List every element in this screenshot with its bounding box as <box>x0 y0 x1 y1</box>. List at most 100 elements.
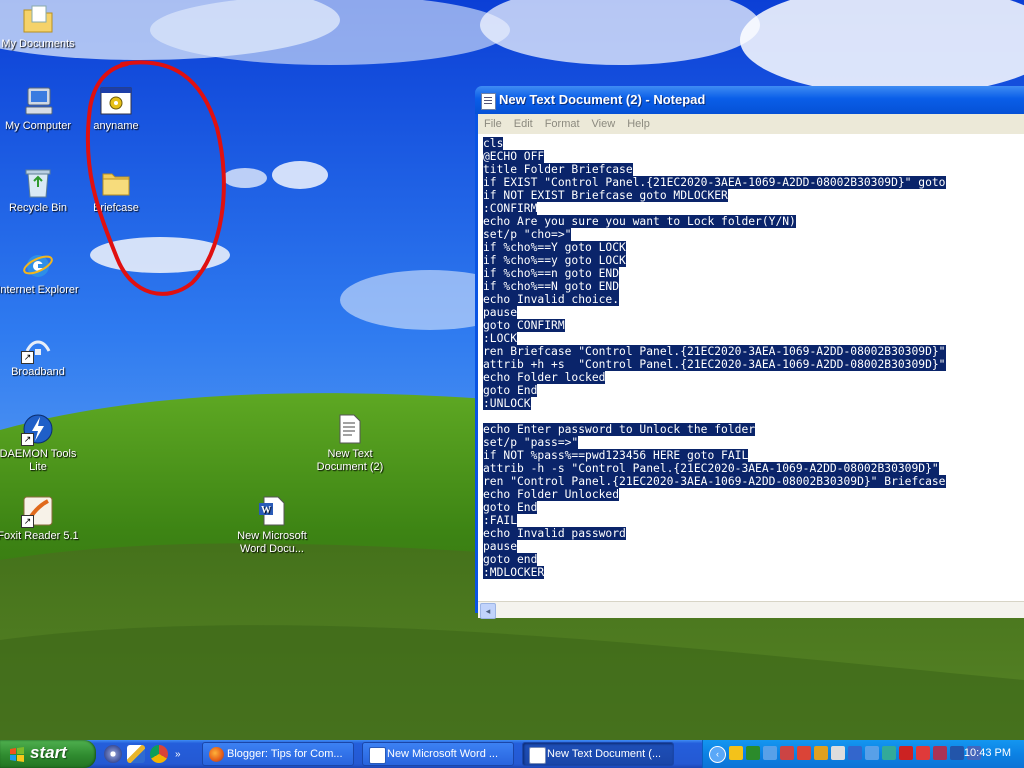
desktop-icon-broadband[interactable]: ↗ Broadband <box>0 330 79 379</box>
menu-help[interactable]: Help <box>621 118 656 130</box>
folder-documents-icon <box>21 2 55 36</box>
menu-format[interactable]: Format <box>539 118 586 130</box>
task-label: Blogger: Tips for Com... <box>227 748 343 760</box>
selected-text: title Folder Briefcase <box>483 163 633 176</box>
selected-text: cls <box>483 137 504 150</box>
start-label: start <box>30 743 67 762</box>
internet-explorer-icon <box>21 248 55 282</box>
text-line: attrib +h +s "Control Panel.{21EC2020-3A… <box>483 358 1024 371</box>
notepad-icon <box>529 747 546 764</box>
security-icon[interactable] <box>729 746 743 760</box>
lan-icon[interactable] <box>950 746 964 760</box>
chrome-icon[interactable] <box>797 746 811 760</box>
shortcut-arrow-icon: ↗ <box>21 433 34 446</box>
firefox-icon <box>209 747 224 762</box>
menu-view[interactable]: View <box>586 118 622 130</box>
chrome-icon[interactable] <box>150 745 168 763</box>
daemon-icon[interactable] <box>848 746 862 760</box>
selected-text: echo Invalid choice. <box>483 293 620 306</box>
scroll-left-icon[interactable]: ◂ <box>480 603 496 619</box>
selected-text: :MDLOCKER <box>483 566 545 579</box>
taskbar-button-word[interactable]: New Microsoft Word ... <box>362 742 514 766</box>
icon-label: Broadband <box>11 366 65 378</box>
title-bar[interactable]: New Text Document (2) - Notepad <box>475 86 1024 114</box>
text-line: ren Briefcase "Control Panel.{21EC2020-3… <box>483 345 1024 358</box>
selected-text: echo Folder locked <box>483 371 606 384</box>
text-line: :LOCK <box>483 332 1024 345</box>
show-hidden-icons-button[interactable]: ‹ <box>709 746 726 763</box>
text-line: :MDLOCKER <box>483 566 1024 579</box>
tool-icon[interactable] <box>780 746 794 760</box>
desktop[interactable]: My Documents My Computer anyname Recycle… <box>0 0 1024 740</box>
shield-icon[interactable] <box>916 746 930 760</box>
shortcut-arrow-icon: ↗ <box>21 351 34 364</box>
text-line: :UNLOCK <box>483 397 1024 410</box>
paint-icon[interactable] <box>127 745 145 763</box>
desktop-icon-recycle-bin[interactable]: Recycle Bin <box>0 166 79 215</box>
selected-text: :LOCK <box>483 332 518 345</box>
quick-launch-more-button[interactable]: » <box>175 749 181 760</box>
horizontal-scrollbar[interactable]: ◂ <box>478 601 1024 619</box>
selected-text: if %cho%==y goto LOCK <box>483 254 626 267</box>
text-line: goto End <box>483 501 1024 514</box>
text-line: if %cho%==y goto LOCK <box>483 254 1024 267</box>
text-line: echo Invalid choice. <box>483 293 1024 306</box>
text-line: echo Invalid password <box>483 527 1024 540</box>
selected-text: @ECHO OFF <box>483 150 545 163</box>
task-label: New Text Document (... <box>547 748 662 760</box>
text-line: if NOT %pass%==pwd123456 HERE goto FAIL <box>483 449 1024 462</box>
text-line: title Folder Briefcase <box>483 163 1024 176</box>
desktop-icon-my-documents[interactable]: My Documents <box>0 2 79 51</box>
editor-content[interactable]: cls @ECHO OFF title Folder Briefcase if EXI… <box>478 134 1024 579</box>
icon-label: New Text Document (2) <box>316 448 384 473</box>
network-icon[interactable] <box>865 746 879 760</box>
notepad-window[interactable]: New Text Document (2) - Notepad File Edi… <box>475 86 1024 619</box>
text-line: echo Enter password to Unlock the folder <box>483 423 1024 436</box>
icon-label: My Documents <box>1 38 75 50</box>
desktop-icon-new-text-document[interactable]: New Text Document (2) <box>309 412 391 474</box>
alert-icon[interactable] <box>814 746 828 760</box>
selected-text: echo Invalid password <box>483 527 626 540</box>
desktop-icon-foxit-reader[interactable]: ↗ Foxit Reader 5.1 <box>0 494 79 543</box>
start-button[interactable]: start <box>0 740 96 768</box>
desktop-icon-new-word-document[interactable]: W New Microsoft Word Docu... <box>231 494 313 556</box>
selected-text: pause <box>483 540 518 553</box>
taskbar-button-blogger[interactable]: Blogger: Tips for Com... <box>202 742 354 766</box>
system-tray: ‹ 10:43 PM <box>702 740 1024 768</box>
shortcut-arrow-icon: ↗ <box>21 515 34 528</box>
clock[interactable]: 10:43 PM <box>964 747 1011 759</box>
selected-text: goto CONFIRM <box>483 319 565 332</box>
taskbar-button-notepad[interactable]: New Text Document (... <box>522 742 674 766</box>
selected-text: ren Briefcase "Control Panel.{21EC2020-3… <box>483 345 946 358</box>
text-line: set/p "pass=>" <box>483 436 1024 449</box>
text-line: if %cho%==N goto END <box>483 280 1024 293</box>
speaker-icon[interactable] <box>831 746 845 760</box>
text-line: @ECHO OFF <box>483 150 1024 163</box>
text-line: attrib -h -s "Control Panel.{21EC2020-3A… <box>483 462 1024 475</box>
connection-icon: ↗ <box>21 330 55 364</box>
mail-icon[interactable] <box>933 746 947 760</box>
text-editor[interactable]: cls @ECHO OFF title Folder Briefcase if EXI… <box>478 134 1024 614</box>
desktop-icon-my-computer[interactable]: My Computer <box>0 84 79 133</box>
desktop-icon-internet-explorer[interactable]: Internet Explorer <box>0 248 79 297</box>
selected-text: echo Folder Unlocked <box>483 488 620 501</box>
menu-edit[interactable]: Edit <box>508 118 539 130</box>
connection-icon[interactable] <box>882 746 896 760</box>
desktop-icon-daemon-tools[interactable]: ↗ DAEMON Tools Lite <box>0 412 79 474</box>
power-dvd-icon[interactable] <box>104 745 122 763</box>
selected-text: goto end <box>483 553 538 566</box>
menu-file[interactable]: File <box>478 118 508 130</box>
selected-text: goto End <box>483 501 538 514</box>
windows-logo-icon <box>10 747 24 762</box>
selected-text: goto End <box>483 384 538 397</box>
annotation-circle <box>85 60 226 296</box>
selected-text: if %cho%==n goto END <box>483 267 620 280</box>
shield-icon[interactable] <box>746 746 760 760</box>
text-line: echo Folder locked <box>483 371 1024 384</box>
antivirus-icon[interactable] <box>899 746 913 760</box>
text-line: goto CONFIRM <box>483 319 1024 332</box>
selected-text: attrib +h +s "Control Panel.{21EC2020-3A… <box>483 358 946 371</box>
selected-text: set/p "cho=>" <box>483 228 572 241</box>
network-icon[interactable] <box>763 746 777 760</box>
svg-text:W: W <box>261 505 271 516</box>
